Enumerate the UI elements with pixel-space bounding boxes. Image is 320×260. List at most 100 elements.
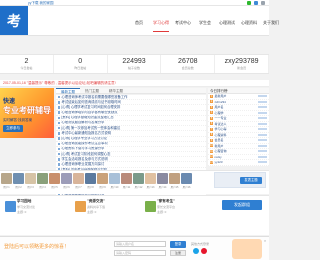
post-title[interactable]: 心理资料下载与学习资源分享 [62,147,105,151]
nav-item[interactable]: 学生会 [194,20,216,36]
weibo-login-icon[interactable] [201,248,207,254]
top-right-buttons [247,1,265,5]
nav-item[interactable]: 关于我们 [260,20,282,36]
post-title[interactable]: [心得] 第一次参加考试的一些体会和建议 [62,126,121,130]
member-avatar[interactable]: 用户14 [157,173,168,189]
promo-banner[interactable]: 快速 专业考研辅导 实时解答·找到答案 立即参与 [0,88,54,138]
post-bullet-icon [57,101,60,104]
rank-badge: 6 [210,122,213,126]
rank-name[interactable]: 考试达人 [215,122,259,126]
post-title[interactable]: 心理咨询技能操作考试注意事项 [62,142,108,146]
member-name[interactable]: 用户16 [180,185,193,189]
post-bullet-icon [57,163,60,166]
password-input[interactable]: 请输入密码 [114,250,166,256]
rank-name[interactable]: 学习心得 [215,127,259,131]
group-title[interactable]: 学习园地 [17,199,68,204]
nav-item[interactable]: 首页 [128,20,150,36]
member-avatar[interactable]: 用户9 [97,173,108,189]
member-avatar[interactable]: 用户1 [1,173,12,189]
stat-number: zxy293789 [224,58,259,65]
post-title[interactable]: [心得] 心理学考试复习时间如何合理安排 [62,105,121,109]
post-bullet-icon [57,116,60,120]
qq-login-icon[interactable] [193,248,199,254]
group-desc: 家长交流平台 [157,205,176,209]
top-pill-3[interactable] [261,1,265,5]
post-action-box: 发表主题 [214,172,266,188]
ranking-item[interactable]: 13 yy123 [208,160,269,166]
notice-bar[interactable]: 2017-05-01,16 "温馨提示" 尊敬的 , 温馨提示以后论坛,帖吧编辑… [0,80,269,87]
post-title[interactable]: 学生会活动报名及参与方式说明 [62,157,108,161]
group-meta: 主题: 0 [157,210,167,214]
post-title[interactable]: 考试结束后如何查询成绩与证书领取时间 [62,100,121,104]
rank-name[interactable]: 会员名 [215,138,259,142]
top-pill-1[interactable] [247,1,251,5]
post-title[interactable]: 心理咨询师职业发展方向探讨 [62,162,105,166]
rank-name[interactable]: 心理学 [215,111,259,115]
member-avatar[interactable]: 用户6 [61,173,72,189]
rank-name[interactable]: 新用户 [215,144,259,148]
group-desc: 学习交流讨论 [17,205,36,209]
member-avatar[interactable]: 用户15 [169,173,180,189]
rank-name[interactable]: 心理资料 [215,133,259,137]
member-avatar[interactable]: 用户12 [133,173,144,189]
post-title[interactable]: 心理测试题目解析与答案分享 [62,121,105,125]
login-button[interactable]: 登录 [170,241,186,248]
register-button[interactable]: 注册 [170,250,186,256]
rank-name[interactable]: 用户名 [215,105,259,109]
site-logo[interactable]: 考 [0,6,28,35]
rank-badge: 3 [210,105,213,109]
stat-label: 新会员 [237,66,247,70]
member-avatar[interactable]: 用户10 [109,173,120,189]
member-avatar[interactable]: 用户16 [181,173,192,189]
group-title[interactable]: "家有考生" [157,199,208,204]
rank-badge: 12 [210,155,213,159]
post-tab[interactable]: 最新主题 [56,88,80,94]
rank-bar [258,161,267,164]
top-pill-2[interactable] [254,1,258,5]
post-bullet-icon [57,137,60,140]
member-avatar[interactable]: 用户11 [121,173,132,189]
main-content: 快速 专业考研辅导 实时解答·找到答案 立即参与 最新主题 热门主题 精华主题 心理… [0,88,269,204]
post-title[interactable]: [心得] 心理学专业学习方法讨论 [62,137,108,141]
group-card[interactable]: "资源交流" 资料共享下载 主题: 0 [74,199,138,229]
rank-badge: 11 [210,149,213,153]
rank-badge: 5 [210,116,213,120]
member-avatar[interactable]: 用户2 [13,173,24,189]
username-input[interactable]: 请输入用户名 [114,241,166,247]
post-bullet-icon [57,158,60,161]
rank-name[interactable]: 一一专业 [215,116,259,120]
group-card[interactable]: 学习园地 学习交流讨论 主题: 0 [4,199,68,229]
post-title[interactable]: [心得] 考试复习阶段如何调整心态 [62,152,111,156]
member-avatar[interactable]: 用户4 [37,173,48,189]
rank-name[interactable]: zxh1234 [215,100,259,104]
post-bullet-icon [57,106,60,109]
other-login-label: 其他方式登录 [191,242,210,246]
post-title[interactable]: 心理咨询师培训与自学各有哪些优缺点 [62,111,118,115]
rank-name[interactable]: yy123 [215,160,259,164]
member-avatar[interactable]: 用户7 [73,173,84,189]
rank-name[interactable]: rocky [215,155,259,159]
nav-item[interactable]: 心理资料 [238,20,260,36]
member-avatar[interactable]: 用户5 [49,173,60,189]
member-avatar[interactable]: 用户13 [145,173,156,189]
nav-item[interactable]: 考试中心 [172,20,194,36]
post-title[interactable]: 心理咨询师考试中报名前需要做哪些准备工作 [62,95,128,99]
rank-name[interactable]: 心理咨询 [215,149,259,153]
group-title[interactable]: "资源交流" [87,199,138,204]
post-title[interactable]: [资料] 心理学基础知识重点整理汇总 [62,116,114,120]
banner-button[interactable]: 立即参与 [3,125,23,132]
post-tab[interactable]: 热门主题 [80,88,104,93]
nav-item[interactable]: 学习心得 [150,20,172,36]
create-group-button[interactable]: 发起群组 [222,200,262,210]
close-icon[interactable]: × [263,239,267,243]
rank-bar [258,100,267,103]
member-avatar[interactable]: 用户8 [85,173,96,189]
rank-name[interactable]: 最新用户 [215,94,259,98]
new-topic-button[interactable]: 发表主题 [240,177,262,184]
rank-bar [258,117,267,120]
post-title[interactable]: 考试中心最新通知及报名方式说明 [62,131,111,135]
nav-item[interactable]: 心理测试 [216,20,238,36]
group-card[interactable]: "家有考生" 家长交流平台 主题: 0 [144,199,208,229]
member-avatar[interactable]: 用户3 [25,173,36,189]
post-tab[interactable]: 精华主题 [104,88,128,93]
